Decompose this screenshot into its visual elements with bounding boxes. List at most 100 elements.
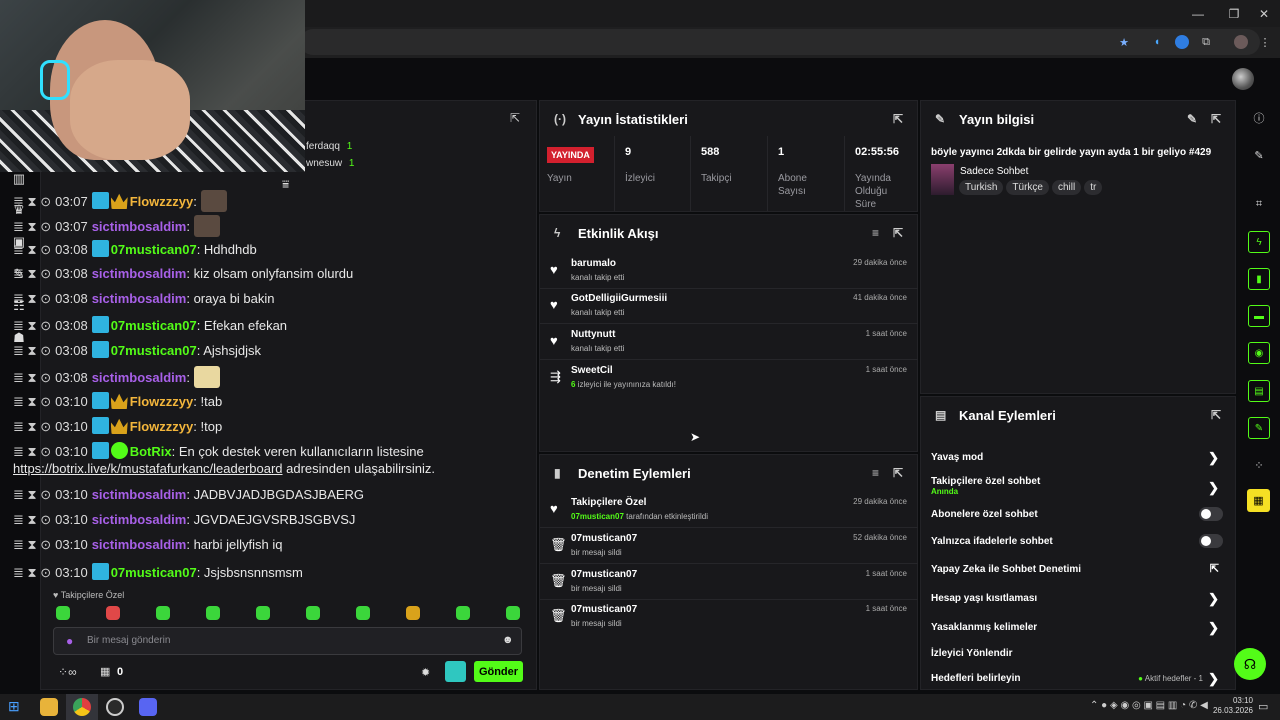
bookmark-star-icon[interactable]: ★	[1117, 35, 1131, 49]
mod-tools-icon[interactable]: ≣ ⧗ ⊙	[13, 318, 51, 333]
mod-tools-icon[interactable]: ≣ ⧗ ⊙	[13, 242, 51, 257]
activity-user[interactable]: Nuttynutt	[571, 329, 615, 340]
host-row[interactable]: İzleyici Yönlendir	[931, 648, 1223, 659]
mod-tools-icon[interactable]: ≣ ⧗ ⊙	[13, 370, 51, 385]
mod-user[interactable]: 07mustican07	[571, 533, 637, 544]
windows-start-icon[interactable]: ⊞	[8, 698, 26, 716]
chat-username[interactable]: Flowzzzyy	[130, 394, 194, 409]
browser-profile-icon[interactable]	[1234, 35, 1248, 49]
mod-tools-icon[interactable]: ≣ ⧗ ⊙	[13, 194, 51, 209]
emote[interactable]	[256, 606, 270, 620]
clapper-icon[interactable]: ▦	[1247, 489, 1270, 512]
category-thumbnail[interactable]	[931, 164, 954, 195]
chat-username[interactable]: sictimbosaldim	[92, 219, 187, 234]
address-bar[interactable]	[300, 29, 1260, 55]
goals-row[interactable]: Hedefleri belirleyin ● Aktif hedefler - 1…	[931, 671, 1223, 686]
emote[interactable]	[456, 606, 470, 620]
ai-moderation-row[interactable]: Yapay Zeka ile Sohbet Denetimi ⇱	[931, 563, 1223, 575]
gift-icon[interactable]: ▦	[100, 665, 110, 678]
mod-actor[interactable]: 07mustican07	[571, 512, 624, 521]
chat-username[interactable]: sictimbosaldim	[92, 370, 187, 385]
send-button[interactable]: Gönder	[474, 661, 523, 682]
minimize-button[interactable]: —	[1181, 0, 1215, 27]
username[interactable]: wnesuw	[306, 158, 342, 169]
activity-user[interactable]: GotDelligiiGurmesiii	[571, 293, 667, 304]
bolt-icon[interactable]: ϟ	[1248, 231, 1270, 253]
filter-icon[interactable]: ≡	[872, 226, 879, 240]
extension-icon[interactable]: ◖	[1150, 35, 1164, 49]
points-icon[interactable]: ⁘∞	[58, 665, 77, 679]
emote[interactable]	[306, 606, 320, 620]
mod-tools-icon[interactable]: ≣ ⧗ ⊙	[13, 419, 51, 434]
bot-shortcut-icon[interactable]	[445, 661, 466, 682]
chat-username[interactable]: Flowzzzyy	[130, 194, 194, 209]
sub-only-toggle[interactable]	[1199, 507, 1223, 521]
activity-user[interactable]: barumalo	[571, 258, 616, 269]
emote[interactable]	[206, 606, 220, 620]
mod-tools-icon[interactable]: ≣ ⧗ ⊙	[13, 537, 51, 552]
emote[interactable]	[106, 606, 120, 620]
popout-icon[interactable]: ⇱	[510, 111, 520, 125]
chrome-icon[interactable]	[73, 698, 91, 716]
mod-tools-icon[interactable]: ≣ ⧗ ⊙	[13, 343, 51, 358]
info-icon[interactable]: ⓘ	[1252, 111, 1266, 125]
chat-username[interactable]: sictimbosaldim	[92, 537, 187, 552]
emote[interactable]	[406, 606, 420, 620]
mod-tools-icon[interactable]: ≣ ⧗ ⊙	[13, 291, 51, 306]
emoji-icon[interactable]: ☻	[502, 634, 514, 646]
scan-icon[interactable]: ⌗	[1252, 197, 1266, 211]
emote[interactable]	[56, 606, 70, 620]
chat-username[interactable]: Flowzzzyy	[130, 419, 194, 434]
mod-user[interactable]: 07mustican07	[571, 604, 637, 615]
dots-icon[interactable]: ⁘	[1252, 458, 1266, 472]
close-button[interactable]: ✕	[1247, 0, 1280, 27]
menu-dots-icon[interactable]: ⋮	[1258, 35, 1272, 49]
obs-icon[interactable]	[106, 698, 124, 716]
edit-pencil-icon[interactable]: ✎	[1252, 148, 1266, 162]
support-headset-icon[interactable]: ☊	[1234, 648, 1266, 680]
emote[interactable]	[506, 606, 520, 620]
mod-tools-icon[interactable]: ≣ ⧗ ⊙	[13, 444, 51, 459]
mod-user[interactable]: 07mustican07	[571, 569, 637, 580]
layout-icon[interactable]: ▤	[1248, 380, 1270, 402]
chat-username[interactable]: 07mustican07	[111, 343, 197, 358]
category-name[interactable]: Sadece Sohbet	[960, 166, 1028, 177]
username[interactable]: ferdaqq	[306, 141, 340, 152]
chat-bubble-icon[interactable]: ▬	[1248, 305, 1270, 327]
popout-icon[interactable]: ⇱	[893, 466, 903, 480]
notification-icon[interactable]: ▭	[1258, 700, 1268, 713]
dashboard-icon[interactable]: ▥	[10, 170, 28, 188]
tag[interactable]: chill	[1051, 180, 1082, 195]
emote-only-toggle[interactable]	[1199, 534, 1223, 548]
slow-mode-row[interactable]: Yavaş mod ❯	[931, 450, 1223, 465]
chat-username[interactable]: 07mustican07	[111, 242, 197, 257]
system-tray[interactable]: ⌃ ● ◈ ◉ ◎ ▣ ▤ ▥ ◔ ✆ ◀	[1090, 700, 1208, 711]
banned-words-row[interactable]: Yasaklanmış kelimeler ❯	[931, 620, 1223, 635]
follower-only-row[interactable]: Takipçilere özel sohbet Anında ❯	[931, 476, 1223, 496]
popout-icon[interactable]: ⇱	[893, 226, 903, 240]
mod-tools-icon[interactable]: ≣ ⧗ ⊙	[13, 219, 51, 234]
popout-icon[interactable]: ⇱	[1211, 408, 1221, 422]
chat-username[interactable]: BotRix	[130, 444, 172, 459]
file-explorer-icon[interactable]	[40, 698, 58, 716]
mod-tools-icon[interactable]: ≣ ⧗ ⊙	[13, 266, 51, 281]
broadcast-icon[interactable]: ◉	[1248, 342, 1270, 364]
chat-username[interactable]: sictimbosaldim	[92, 512, 187, 527]
edit-pencil-icon[interactable]: ✎	[1187, 112, 1197, 126]
restore-button[interactable]: ❐	[1217, 0, 1251, 27]
discord-icon[interactable]	[139, 698, 157, 716]
chat-filter-icon[interactable]: ⩸	[282, 177, 289, 192]
tag[interactable]: tr	[1084, 180, 1103, 195]
popout-icon[interactable]: ⇱	[893, 112, 903, 126]
account-age-row[interactable]: Hesap yaşı kısıtlaması ❯	[931, 591, 1223, 606]
extension-icon[interactable]	[1175, 35, 1189, 49]
chat-username[interactable]: sictimbosaldim	[92, 487, 187, 502]
popout-icon[interactable]: ⇱	[1211, 112, 1221, 126]
settings-gear-icon[interactable]: ✹	[421, 666, 430, 679]
puzzle-icon[interactable]: ⧉	[1199, 35, 1213, 49]
chat-username[interactable]: sictimbosaldim	[92, 291, 187, 306]
avatar[interactable]	[1232, 68, 1254, 90]
emote[interactable]	[356, 606, 370, 620]
mod-tools-icon[interactable]: ≣ ⧗ ⊙	[13, 487, 51, 502]
chat-username[interactable]: 07mustican07	[111, 565, 197, 580]
